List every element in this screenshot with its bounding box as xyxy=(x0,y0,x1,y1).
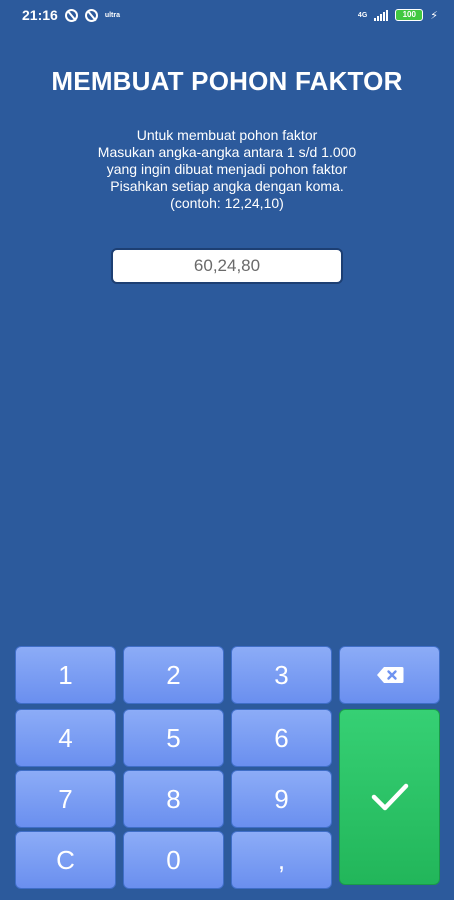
backspace-button[interactable] xyxy=(339,646,440,704)
instruction-line-3: yang ingin dibuat menjadi pohon faktor xyxy=(106,161,348,177)
network-label: 4G xyxy=(357,11,368,19)
charging-icon: ⚡ xyxy=(430,9,438,22)
status-left: 21:16 ultra xyxy=(22,7,120,23)
notification-icon xyxy=(64,8,78,22)
signal-icon xyxy=(374,9,389,21)
key-8[interactable]: 8 xyxy=(123,770,224,828)
status-mini-label: ultra xyxy=(104,11,120,19)
key-6[interactable]: 6 xyxy=(231,709,332,767)
key-2[interactable]: 2 xyxy=(123,646,224,704)
number-input[interactable]: 60,24,80 xyxy=(111,248,343,284)
enter-button[interactable] xyxy=(339,709,440,885)
key-3[interactable]: 3 xyxy=(231,646,332,704)
backspace-icon xyxy=(376,667,403,683)
status-right: 4G 100 ⚡ xyxy=(358,9,438,22)
instructions: Untuk membuat pohon faktor Masukan angka… xyxy=(0,127,454,212)
key-1[interactable]: 1 xyxy=(15,646,116,704)
instruction-line-5: (contoh: 12,24,10) xyxy=(170,195,284,211)
key-0[interactable]: 0 xyxy=(123,831,224,889)
key-5[interactable]: 5 xyxy=(123,709,224,767)
key-7[interactable]: 7 xyxy=(15,770,116,828)
instruction-line-2: Masukan angka-angka antara 1 s/d 1.000 xyxy=(97,144,357,160)
instruction-line-4: Pisahkan setiap angka dengan koma. xyxy=(110,178,344,194)
key-9[interactable]: 9 xyxy=(231,770,332,828)
check-icon xyxy=(371,783,408,811)
comma-button[interactable]: , xyxy=(231,831,332,889)
battery-icon: 100 xyxy=(395,9,424,21)
instruction-line-1: Untuk membuat pohon faktor xyxy=(136,127,318,143)
status-bar: 21:16 ultra 4G 100 ⚡ xyxy=(0,0,454,30)
clear-button[interactable]: C xyxy=(15,831,116,889)
notification-icon-2 xyxy=(84,8,98,22)
page-title: MEMBUAT POHON FAKTOR xyxy=(51,66,403,96)
status-time: 21:16 xyxy=(22,7,58,23)
key-4[interactable]: 4 xyxy=(15,709,116,767)
